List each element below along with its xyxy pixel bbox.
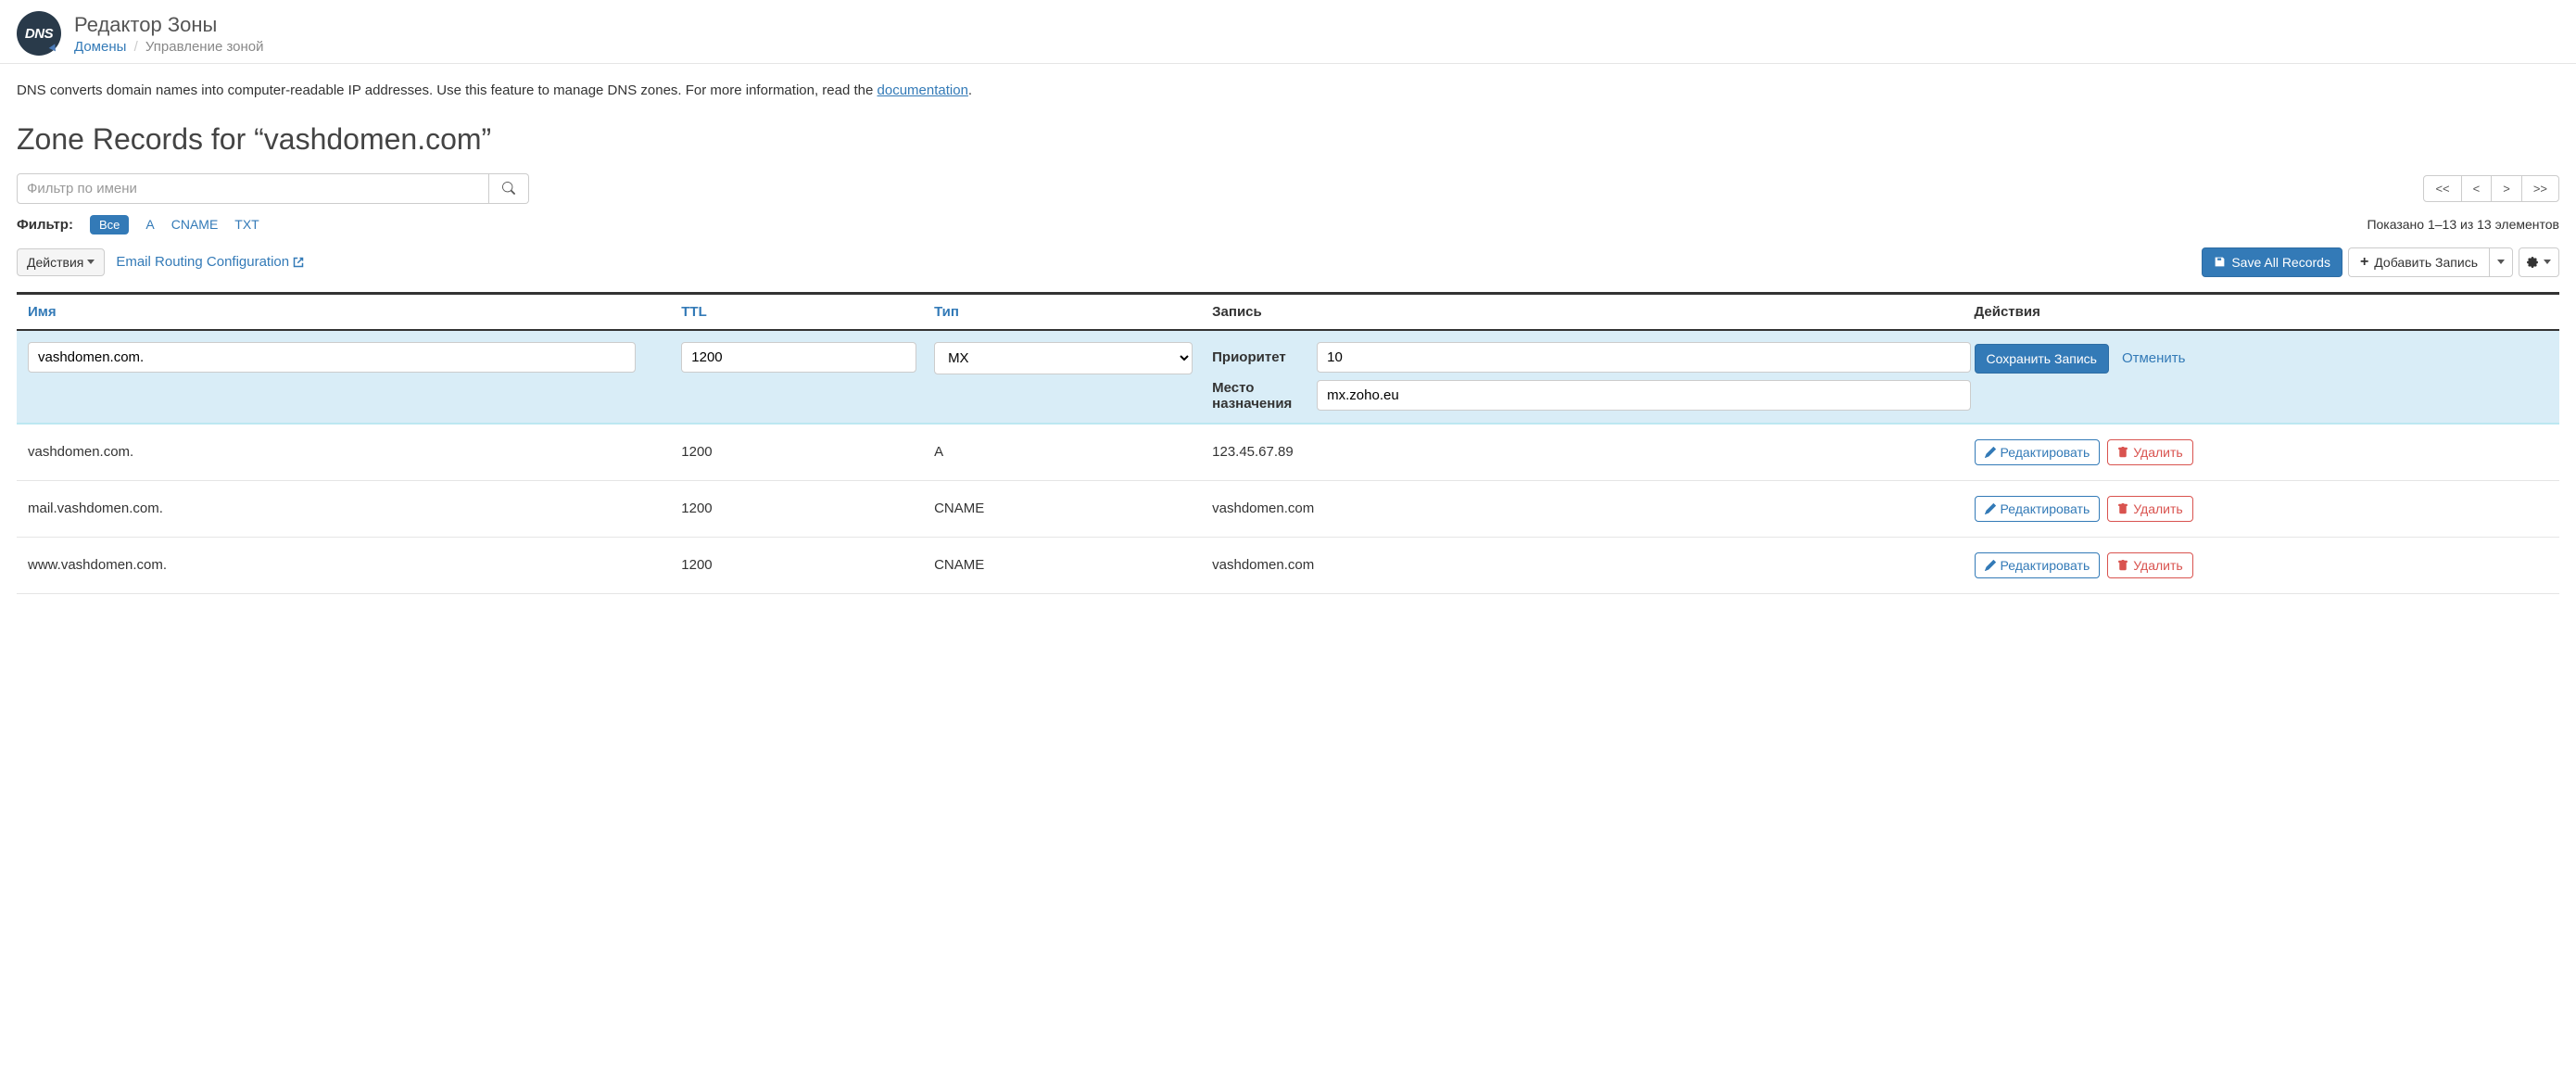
save-record-button[interactable]: Сохранить Запись bbox=[1975, 344, 2109, 374]
pager: << < > >> bbox=[2424, 175, 2559, 202]
edit-type-select[interactable]: MX bbox=[934, 342, 1193, 374]
filter-all-pill[interactable]: Все bbox=[90, 215, 129, 234]
filter-txt-link[interactable]: TXT bbox=[234, 217, 259, 232]
edit-record-button[interactable]: Редактировать bbox=[1975, 496, 2101, 522]
cell-ttl: 1200 bbox=[681, 444, 934, 460]
records-count-text: Показано 1–13 из 13 элементов bbox=[2367, 217, 2559, 232]
table-header: Имя TTL Тип Запись Действия bbox=[17, 295, 2559, 329]
caret-down-icon bbox=[2544, 260, 2551, 264]
caret-down-icon bbox=[2497, 260, 2505, 264]
table-row: www.vashdomen.com.1200CNAMEvashdomen.com… bbox=[17, 538, 2559, 594]
plus-icon: + bbox=[2360, 255, 2368, 270]
cell-type: A bbox=[934, 444, 1212, 460]
trash-icon bbox=[2117, 560, 2128, 571]
filter-a-link[interactable]: A bbox=[145, 217, 154, 232]
priority-label: Приоритет bbox=[1212, 349, 1309, 365]
breadcrumb: Домены / Управление зоной bbox=[74, 39, 264, 55]
actions-dropdown[interactable]: Действия bbox=[17, 248, 105, 276]
edit-record-button[interactable]: Редактировать bbox=[1975, 552, 2101, 578]
trash-icon bbox=[2117, 447, 2128, 458]
cancel-edit-button[interactable]: Отменить bbox=[2122, 350, 2186, 366]
cell-ttl: 1200 bbox=[681, 557, 934, 573]
documentation-link[interactable]: documentation bbox=[878, 82, 968, 98]
pager-last-button[interactable]: >> bbox=[2521, 175, 2559, 202]
cell-type: CNAME bbox=[934, 557, 1212, 573]
cursor-icon bbox=[49, 44, 59, 53]
caret-down-icon bbox=[87, 260, 95, 264]
cell-record: vashdomen.com bbox=[1212, 557, 1970, 573]
cell-name: www.vashdomen.com. bbox=[24, 557, 681, 573]
cell-ttl: 1200 bbox=[681, 501, 934, 516]
edit-priority-input[interactable] bbox=[1317, 342, 1970, 373]
zone-records-heading: Zone Records for “vashdomen.com” bbox=[17, 122, 2559, 157]
edit-destination-input[interactable] bbox=[1317, 380, 1970, 411]
column-header-name[interactable]: Имя bbox=[24, 304, 681, 320]
column-header-actions: Действия bbox=[1971, 304, 2552, 320]
edit-record-row: MX Приоритет Место назначения Сохранить … bbox=[17, 329, 2559, 425]
column-header-ttl[interactable]: TTL bbox=[681, 304, 934, 320]
cell-type: CNAME bbox=[934, 501, 1212, 516]
filter-by-name-input[interactable] bbox=[17, 173, 489, 204]
delete-record-button[interactable]: Удалить bbox=[2107, 552, 2192, 578]
column-header-record: Запись bbox=[1212, 304, 1970, 320]
intro-text: DNS converts domain names into computer-… bbox=[17, 81, 2559, 102]
add-record-dropdown-toggle[interactable] bbox=[2489, 247, 2513, 277]
table-row: mail.vashdomen.com.1200CNAMEvashdomen.co… bbox=[17, 481, 2559, 538]
search-button[interactable] bbox=[489, 173, 529, 204]
pager-first-button[interactable]: << bbox=[2423, 175, 2461, 202]
save-icon bbox=[2214, 256, 2226, 268]
gear-icon bbox=[2527, 257, 2538, 268]
breadcrumb-current: Управление зоной bbox=[145, 39, 264, 55]
delete-record-button[interactable]: Удалить bbox=[2107, 496, 2192, 522]
edit-name-input[interactable] bbox=[28, 342, 636, 373]
pager-prev-button[interactable]: < bbox=[2461, 175, 2493, 202]
pencil-icon bbox=[1985, 560, 1996, 571]
breadcrumb-domains-link[interactable]: Домены bbox=[74, 39, 126, 55]
column-header-type[interactable]: Тип bbox=[934, 304, 1212, 320]
save-all-records-button[interactable]: Save All Records bbox=[2202, 247, 2342, 277]
page-header: DNS Редактор Зоны Домены / Управление зо… bbox=[0, 0, 2576, 64]
filter-cname-link[interactable]: CNAME bbox=[171, 217, 219, 232]
page-title: Редактор Зоны bbox=[74, 13, 264, 37]
search-icon bbox=[502, 182, 515, 195]
cell-record: 123.45.67.89 bbox=[1212, 444, 1970, 460]
dns-logo: DNS bbox=[17, 11, 61, 56]
settings-dropdown-button[interactable] bbox=[2519, 247, 2559, 277]
cell-name: vashdomen.com. bbox=[24, 444, 681, 460]
delete-record-button[interactable]: Удалить bbox=[2107, 439, 2192, 465]
email-routing-link[interactable]: Email Routing Configuration bbox=[116, 254, 304, 270]
pager-next-button[interactable]: > bbox=[2491, 175, 2522, 202]
records-table: Имя TTL Тип Запись Действия MX Приоритет… bbox=[17, 292, 2559, 594]
table-row: vashdomen.com.1200A123.45.67.89 Редактиро… bbox=[17, 425, 2559, 481]
filter-label: Фильтр: bbox=[17, 217, 73, 233]
edit-ttl-input[interactable] bbox=[681, 342, 916, 373]
cell-record: vashdomen.com bbox=[1212, 501, 1970, 516]
edit-record-button[interactable]: Редактировать bbox=[1975, 439, 2101, 465]
filter-input-group bbox=[17, 173, 529, 204]
cell-name: mail.vashdomen.com. bbox=[24, 501, 681, 516]
add-record-button[interactable]: + Добавить Запись bbox=[2348, 247, 2489, 277]
external-link-icon bbox=[293, 257, 304, 268]
pencil-icon bbox=[1985, 503, 1996, 514]
pencil-icon bbox=[1985, 447, 1996, 458]
trash-icon bbox=[2117, 503, 2128, 514]
destination-label: Место назначения bbox=[1212, 380, 1309, 412]
